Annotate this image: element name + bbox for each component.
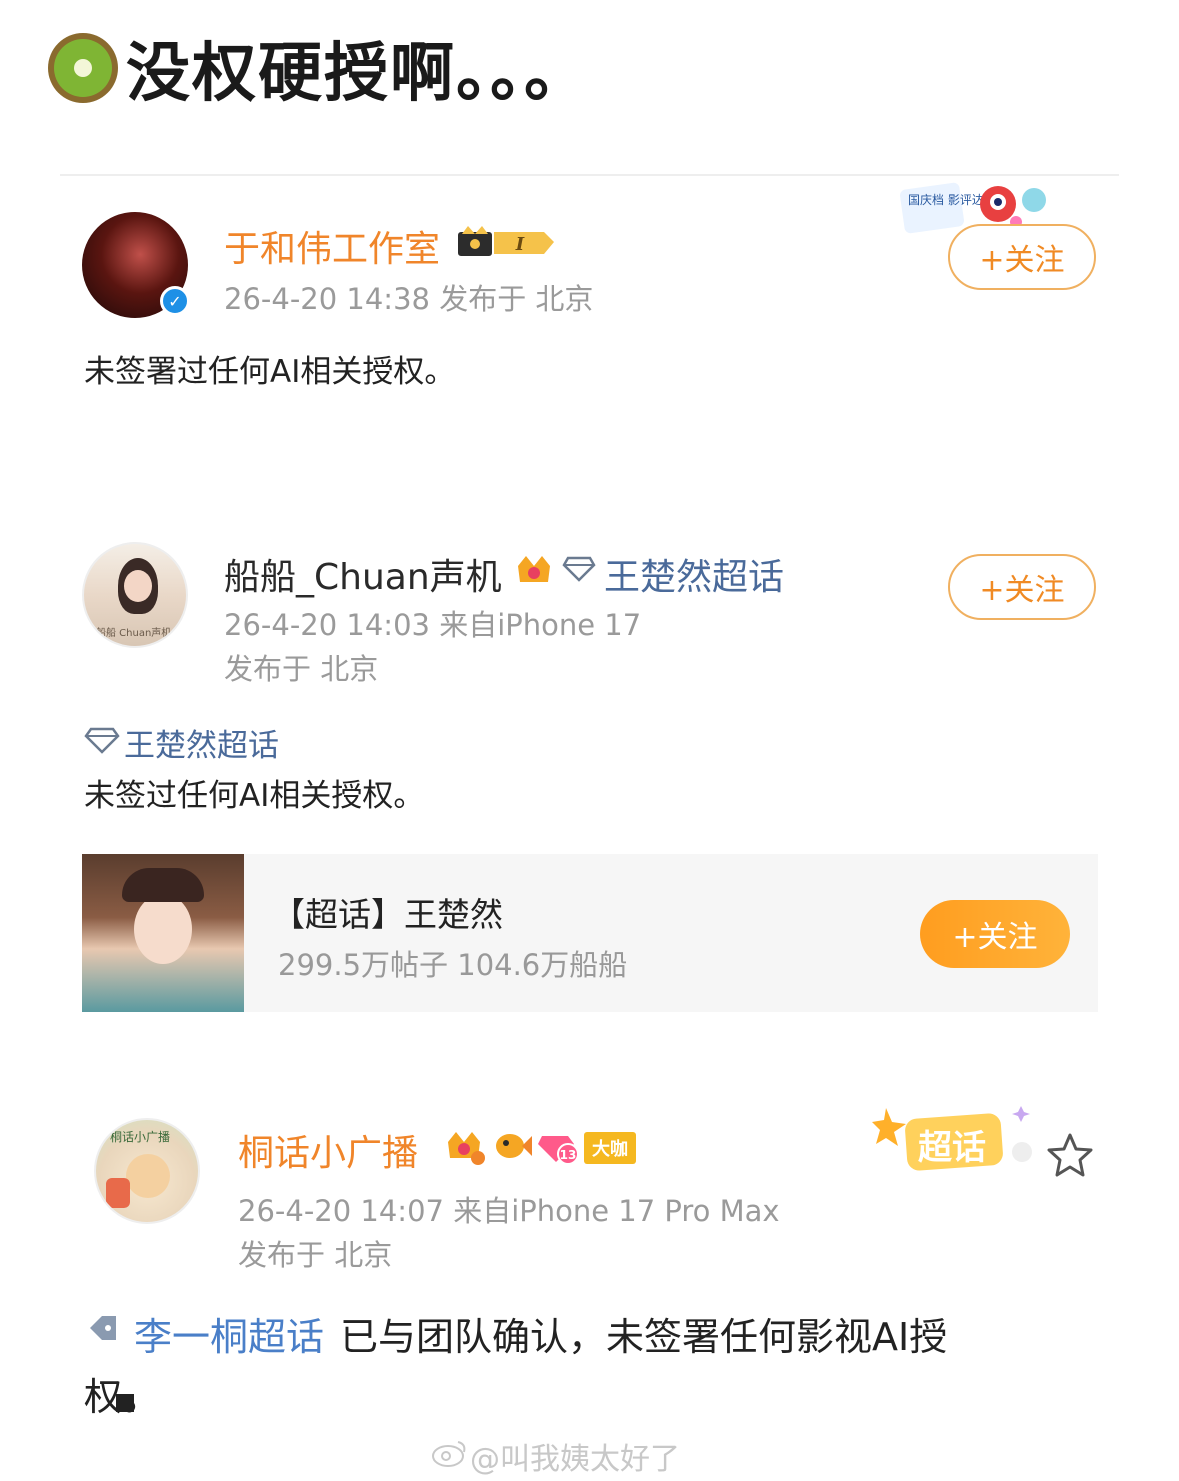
topic-link[interactable]: 王楚然超话 bbox=[124, 720, 279, 765]
vip-badge: 大咖 bbox=[584, 1132, 636, 1164]
post-content: 未签过任何AI相关授权。 bbox=[84, 778, 425, 814]
post-meta-location: 发布于 北京 bbox=[224, 652, 379, 686]
supertopic-image bbox=[82, 854, 244, 1012]
watermark: @叫我姨太好了 bbox=[470, 1442, 680, 1477]
avatar[interactable]: 船船 Chuan声机 bbox=[82, 542, 188, 648]
crown-badge-icon: I bbox=[458, 226, 554, 256]
redaction-block bbox=[116, 1394, 134, 1412]
topic-link[interactable]: 王楚然超话 bbox=[604, 548, 784, 600]
crown-level: I bbox=[515, 234, 525, 255]
page-header: 没权硬授啊。。。 bbox=[48, 28, 590, 111]
topic-link[interactable]: 李一桐超话 bbox=[134, 1306, 324, 1361]
page-title: 没权硬授啊。。。 bbox=[126, 37, 590, 111]
fish-icon bbox=[496, 1134, 532, 1158]
user-name[interactable]: 船船_Chuan声机 bbox=[224, 548, 502, 600]
topic-tag-icon bbox=[90, 1316, 116, 1340]
weibo-logo-icon bbox=[432, 1441, 466, 1467]
diamond-icon bbox=[84, 727, 120, 754]
user-name[interactable]: 桐话小广播 bbox=[238, 1124, 418, 1176]
badge-level: 13 bbox=[560, 1148, 577, 1162]
post-meta-time: 26-4-20 14:03 来自iPhone 17 bbox=[224, 608, 642, 642]
follow-button[interactable]: +关注 bbox=[948, 224, 1096, 290]
kiwi-icon bbox=[48, 33, 118, 103]
post-content: 已与团队确认，未签署任何影视AI授 bbox=[340, 1315, 948, 1359]
post-meta-location: 发布于 北京 bbox=[238, 1238, 393, 1272]
supertopic-sticker-label: 超话 bbox=[918, 1128, 986, 1168]
verified-icon: ✓ bbox=[160, 286, 190, 316]
avatar[interactable]: 桐话小广播 bbox=[94, 1118, 200, 1224]
supertopic-title: 【超话】王楚然 bbox=[272, 895, 503, 934]
avatar-caption: 船船 Chuan声机 bbox=[96, 628, 172, 639]
star-icon[interactable] bbox=[1046, 1132, 1094, 1178]
post-meta: 26-4-20 14:38 发布于 北京 bbox=[224, 282, 594, 316]
post-meta-time: 26-4-20 14:07 来自iPhone 17 Pro Max bbox=[238, 1194, 780, 1228]
follow-button[interactable]: +关注 bbox=[948, 554, 1096, 620]
post-content: 未签署过任何AI相关授权。 bbox=[84, 354, 456, 390]
crown-badge-icon bbox=[518, 556, 550, 582]
supertopic-stats: 299.5万帖子 104.6万船船 bbox=[278, 948, 628, 982]
crown-badge-icon bbox=[448, 1132, 485, 1165]
supertopic-follow-button[interactable]: +关注 bbox=[920, 900, 1070, 968]
user-name[interactable]: 于和伟工作室 bbox=[224, 220, 440, 272]
level-badge-icon: 13 bbox=[538, 1136, 579, 1165]
divider bbox=[60, 174, 1119, 176]
diamond-icon bbox=[562, 556, 596, 582]
avatar-caption: 桐话小广播 bbox=[110, 1130, 171, 1144]
